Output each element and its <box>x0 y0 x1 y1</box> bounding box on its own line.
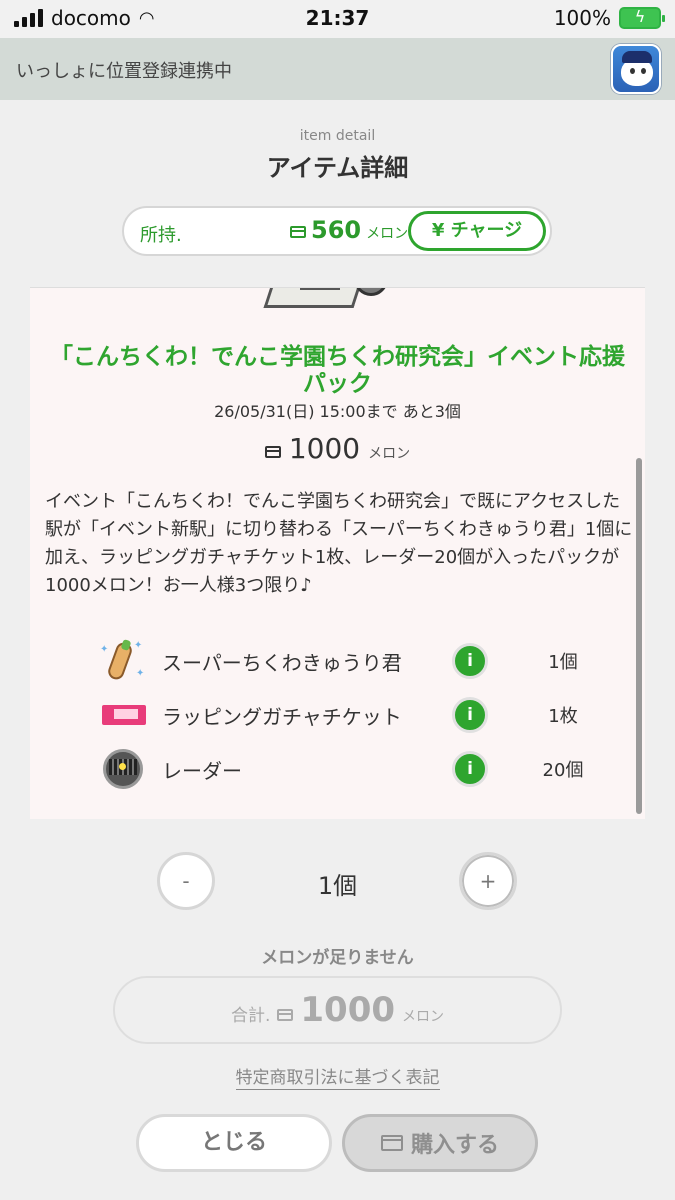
info-button[interactable]: i <box>452 697 488 733</box>
status-bar: docomo ◠ 21:37 100% ϟ <box>0 0 675 38</box>
status-right: 100% ϟ <box>553 6 665 30</box>
card-icon <box>277 1009 294 1021</box>
info-button[interactable]: i <box>452 643 488 679</box>
legal-notice-link[interactable]: 特定商取引法に基づく表記 <box>0 1063 675 1090</box>
total-unit: メロン <box>402 1009 445 1025</box>
total-box: 合計. 1000 メロン <box>113 976 562 1044</box>
pack-contents-list: ✦ ✦ ✦ スーパーちくわきゅうり君 i 1個 ラッピングガチャチケット i 1… <box>100 634 620 796</box>
battery-icon: ϟ <box>619 7 665 29</box>
balance-amount: 560 メロン <box>290 216 408 244</box>
price-unit: メロン <box>368 446 411 462</box>
balance-bar: 所持. 560 メロン ¥ チャージ <box>122 206 552 256</box>
quantity-value: 1個 <box>317 872 358 900</box>
balance-label: 所持. <box>140 225 182 246</box>
content-name: スーパーちくわきゅうり君 <box>162 650 402 675</box>
legal-notice-text[interactable]: 特定商取引法に基づく表記 <box>235 1068 440 1090</box>
list-item: ✦ ✦ ✦ スーパーちくわきゅうり君 i 1個 <box>100 634 620 688</box>
card-icon <box>290 226 306 238</box>
item-deadline: 26/05/31(日) 15:00まで あと3個 <box>214 402 461 421</box>
charge-button[interactable]: ¥ チャージ <box>408 211 546 251</box>
card-icon <box>264 446 281 458</box>
balance-unit: メロン <box>366 226 409 242</box>
page-title: アイテム詳細 <box>266 154 409 182</box>
scrollbar[interactable] <box>636 458 642 814</box>
item-title: 「こんちくわ！でんこ学園ちくわ研究会」イベント応援パック <box>50 344 625 397</box>
content-name: ラッピングガチャチケット <box>162 704 402 729</box>
battery-percent: 100% <box>553 6 611 30</box>
item-description: イベント「こんちくわ！でんこ学園ちくわ研究会」で既にアクセスした駅が「イベント新… <box>45 491 633 596</box>
balance-value: 560 <box>311 216 362 244</box>
list-item: レーダー i 20個 <box>100 742 620 796</box>
total-value: 1000 <box>300 990 396 1030</box>
total-label: 合計. <box>230 1006 271 1026</box>
price-value: 1000 <box>288 432 361 465</box>
close-button[interactable]: とじる <box>136 1114 332 1172</box>
ticket-icon <box>100 692 146 738</box>
info-button[interactable]: i <box>452 751 488 787</box>
insufficient-balance-warning: メロンが足りません <box>261 948 414 968</box>
list-item: ラッピングガチャチケット i 1枚 <box>100 688 620 742</box>
page-subtitle: item detail <box>299 128 376 144</box>
buy-button[interactable]: 購入する <box>342 1114 538 1172</box>
item-price: 1000 メロン <box>30 432 645 465</box>
quantity-plus-button[interactable]: + <box>459 852 517 910</box>
item-detail-card[interactable]: 「こんちくわ！でんこ学園ちくわ研究会」イベント応援パック 26/05/31(日)… <box>30 287 645 819</box>
cucumber-icon: ✦ ✦ ✦ <box>100 638 146 684</box>
buy-button-label: 購入する <box>410 1133 499 1158</box>
content-qty: 20個 <box>542 760 584 781</box>
card-icon <box>380 1135 403 1151</box>
pack-image <box>263 288 390 318</box>
content-name: レーダー <box>162 758 242 783</box>
app-header: いっしょに位置登録連携中 <box>0 38 675 100</box>
radar-icon <box>100 746 146 792</box>
location-sync-status: いっしょに位置登録連携中 <box>16 61 232 82</box>
content-qty: 1枚 <box>548 706 578 727</box>
content-qty: 1個 <box>548 652 578 673</box>
app-icon[interactable] <box>611 44 661 94</box>
